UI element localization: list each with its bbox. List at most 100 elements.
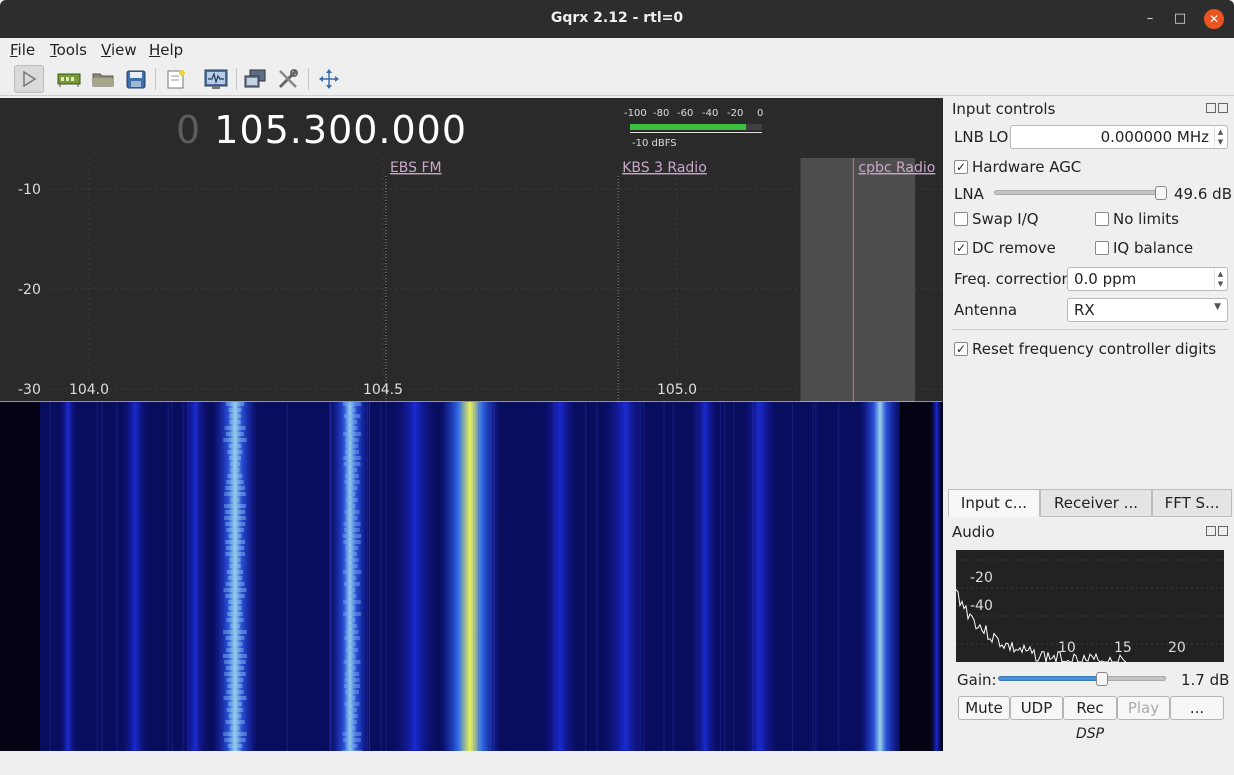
- play-button[interactable]: [14, 65, 44, 93]
- waterfall-band: [390, 402, 440, 751]
- lna-slider[interactable]: [994, 190, 1166, 195]
- settings-icon: [278, 69, 298, 89]
- gain-value: 1.7 dB: [1181, 671, 1230, 689]
- reset-digits-label: Reset frequency controller digits: [972, 340, 1217, 358]
- swap-iq-checkbox[interactable]: [954, 212, 968, 226]
- no-limits-label: No limits: [1113, 210, 1179, 228]
- waterfall-blob: [227, 450, 243, 454]
- waterfall-blob: [229, 558, 241, 562]
- waterfall-blob: [343, 432, 361, 436]
- menu-view[interactable]: View: [101, 41, 137, 59]
- waterfall-blob: [348, 408, 356, 412]
- hardware-icon: [57, 73, 81, 87]
- y-tick-label: -10: [18, 182, 41, 198]
- devices-button[interactable]: [240, 65, 270, 93]
- rec-button[interactable]: Rec: [1063, 696, 1117, 720]
- waterfall-blob: [346, 624, 358, 628]
- fullscreen-button[interactable]: [314, 65, 344, 93]
- menu-tools[interactable]: Tools: [50, 41, 87, 59]
- waterfall-blob: [348, 504, 356, 508]
- waterfall-blob: [226, 678, 244, 682]
- waterfall-blob: [223, 438, 247, 442]
- dc-remove-checkbox[interactable]: ✓: [954, 241, 968, 255]
- spin-arrows-icon[interactable]: ▲ ▼: [1214, 269, 1226, 289]
- waterfall-blob: [228, 408, 242, 412]
- waterfall-blob: [342, 534, 362, 538]
- waterfall-blob: [225, 546, 245, 550]
- iq-balance-checkbox[interactable]: [1095, 241, 1109, 255]
- waterfall-blob: [230, 498, 240, 502]
- waterfall-blob: [346, 426, 358, 430]
- divider: [952, 329, 1228, 330]
- no-limits-checkbox[interactable]: [1095, 212, 1109, 226]
- settings-button[interactable]: [273, 65, 303, 93]
- iq-balance-label: IQ balance: [1113, 239, 1194, 257]
- menu-file[interactable]: File: [10, 41, 35, 59]
- antenna-select[interactable]: RX ▼: [1067, 298, 1228, 322]
- freq-correction-field[interactable]: 0.0 ppm ▲ ▼: [1067, 267, 1228, 291]
- waterfall-blob: [342, 570, 362, 574]
- tab-receiver-options[interactable]: Receiver ...: [1040, 489, 1152, 517]
- lnb-field[interactable]: 0.000000 MHz ▲ ▼: [1010, 125, 1228, 149]
- dsp-button[interactable]: [201, 65, 231, 93]
- waterfall-blob: [225, 552, 245, 556]
- save-button[interactable]: [121, 65, 151, 93]
- waterfall-blob: [227, 744, 243, 748]
- udp-button[interactable]: UDP: [1010, 696, 1063, 720]
- waterfall-blob: [344, 480, 360, 484]
- waterfall-display[interactable]: [0, 402, 943, 751]
- waterfall-blob: [227, 612, 243, 616]
- waterfall-band: [540, 402, 580, 751]
- waterfall-blob: [224, 738, 246, 742]
- close-icon[interactable]: [1218, 103, 1228, 113]
- waterfall-blob: [229, 420, 241, 424]
- y-tick-label: -20: [18, 282, 41, 298]
- waterfall-blob: [343, 738, 361, 742]
- reset-digits-checkbox[interactable]: ✓: [954, 342, 968, 356]
- waterfall-blob: [343, 456, 361, 460]
- close-button[interactable]: ✕: [1204, 9, 1224, 29]
- mute-button[interactable]: Mute: [958, 696, 1010, 720]
- minimize-button[interactable]: –: [1140, 9, 1160, 29]
- maximize-button[interactable]: □: [1170, 9, 1190, 29]
- waterfall-blob: [223, 696, 247, 700]
- audio-options-button[interactable]: ...: [1170, 696, 1224, 720]
- window-title: Gqrx 2.12 - rtl=0: [550, 10, 684, 26]
- waterfall-blob: [343, 522, 361, 526]
- waterfall-blob: [229, 414, 241, 418]
- open-button[interactable]: [88, 65, 118, 93]
- spectrum-plot[interactable]: 0 105.300.000 -100 -80 -60 -40 -20 0 -10…: [0, 98, 943, 402]
- waterfall-blob: [227, 642, 243, 646]
- menu-help[interactable]: Help: [149, 41, 183, 59]
- float-icon[interactable]: [1206, 526, 1216, 536]
- waterfall-blob: [348, 492, 356, 496]
- chevron-down-icon: ▼: [1214, 302, 1221, 312]
- waterfall-blob: [226, 708, 244, 712]
- waterfall-blob: [226, 528, 244, 532]
- float-icon[interactable]: [1206, 103, 1216, 113]
- spin-arrows-icon[interactable]: ▲ ▼: [1214, 127, 1226, 147]
- waterfall-blob: [346, 564, 358, 568]
- toolbar: [0, 62, 1234, 96]
- hardware-button[interactable]: [54, 65, 84, 93]
- bookmark-button[interactable]: [161, 65, 191, 93]
- dock-buttons: [1206, 526, 1230, 538]
- lna-slider-handle[interactable]: [1154, 186, 1167, 200]
- waterfall-blob: [224, 672, 246, 676]
- input-controls-title: Input controls: [952, 100, 1056, 118]
- waterfall-blob: [345, 690, 359, 694]
- lnb-label: LNB LO: [954, 128, 1009, 146]
- waterfall-blob: [348, 654, 356, 658]
- x-tick-label: 104.5: [363, 382, 403, 398]
- waterfall-blob: [347, 708, 357, 712]
- tab-fft-settings[interactable]: FFT S...: [1152, 489, 1232, 517]
- waterfall-blob: [344, 528, 360, 532]
- play-button[interactable]: Play: [1117, 696, 1170, 720]
- hardware-agc-checkbox[interactable]: ✓: [954, 160, 968, 174]
- waterfall-blob: [345, 546, 359, 550]
- bookmark-label: EBS FM: [390, 160, 442, 176]
- devices-icon: [244, 69, 266, 88]
- close-icon[interactable]: [1218, 526, 1228, 536]
- gain-slider-handle[interactable]: [1096, 672, 1109, 686]
- tab-input-controls[interactable]: Input c...: [948, 489, 1040, 517]
